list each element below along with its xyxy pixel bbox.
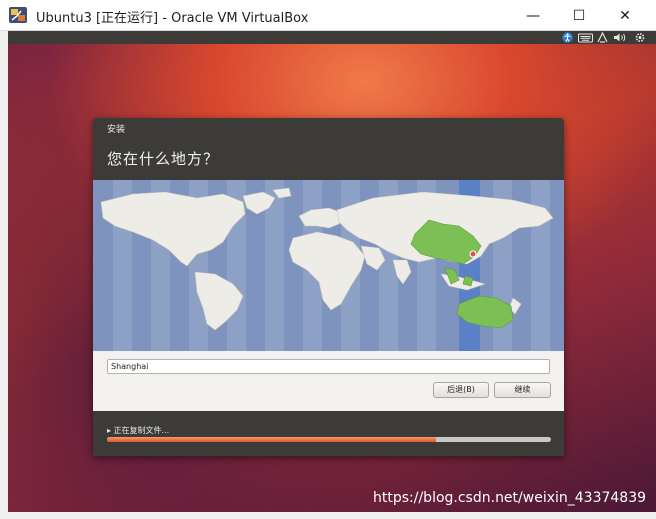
maximize-button[interactable]: ☐ <box>556 0 602 31</box>
status-area: ▸ 正在复制文件... <box>93 411 564 456</box>
continue-button[interactable]: 继续 <box>494 382 551 398</box>
network-icon[interactable] <box>597 32 608 43</box>
gear-icon[interactable] <box>634 32 646 43</box>
status-text[interactable]: ▸ 正在复制文件... <box>107 425 169 436</box>
volume-icon[interactable] <box>613 32 627 43</box>
timezone-input[interactable] <box>107 359 550 374</box>
controls-area: 后退(B) 继续 <box>93 351 564 411</box>
close-icon: ✕ <box>619 7 631 24</box>
back-button[interactable]: 后退(B) <box>433 382 489 398</box>
installer-dialog: 安装 您在什么地方？ Shanghai 后退(B) 继续 ▸ 正在复制文件... <box>93 118 564 456</box>
title-bar: Ubuntu3 [正在运行] - Oracle VM VirtualBox — … <box>0 0 656 31</box>
virtualbox-window: Ubuntu3 [正在运行] - Oracle VM VirtualBox — … <box>0 0 656 519</box>
minimize-button[interactable]: — <box>510 0 556 31</box>
dialog-title: 安装 <box>107 125 126 135</box>
guest-top-panel <box>8 31 656 44</box>
world-map[interactable] <box>93 180 564 351</box>
virtualbox-app-icon <box>9 7 27 23</box>
maximize-icon: ☐ <box>572 7 586 24</box>
keyboard-icon[interactable] <box>578 32 593 43</box>
window-title: Ubuntu3 [正在运行] - Oracle VM VirtualBox <box>36 11 309 26</box>
progress-fill <box>107 437 436 442</box>
location-question: 您在什么地方？ <box>107 150 220 168</box>
accessibility-icon[interactable] <box>562 32 573 43</box>
progress-bar <box>107 437 551 442</box>
watermark: https://blog.csdn.net/weixin_43374839 <box>373 490 647 506</box>
location-pin[interactable] <box>469 250 477 258</box>
minimize-icon: — <box>526 7 540 24</box>
close-button[interactable]: ✕ <box>602 0 648 31</box>
